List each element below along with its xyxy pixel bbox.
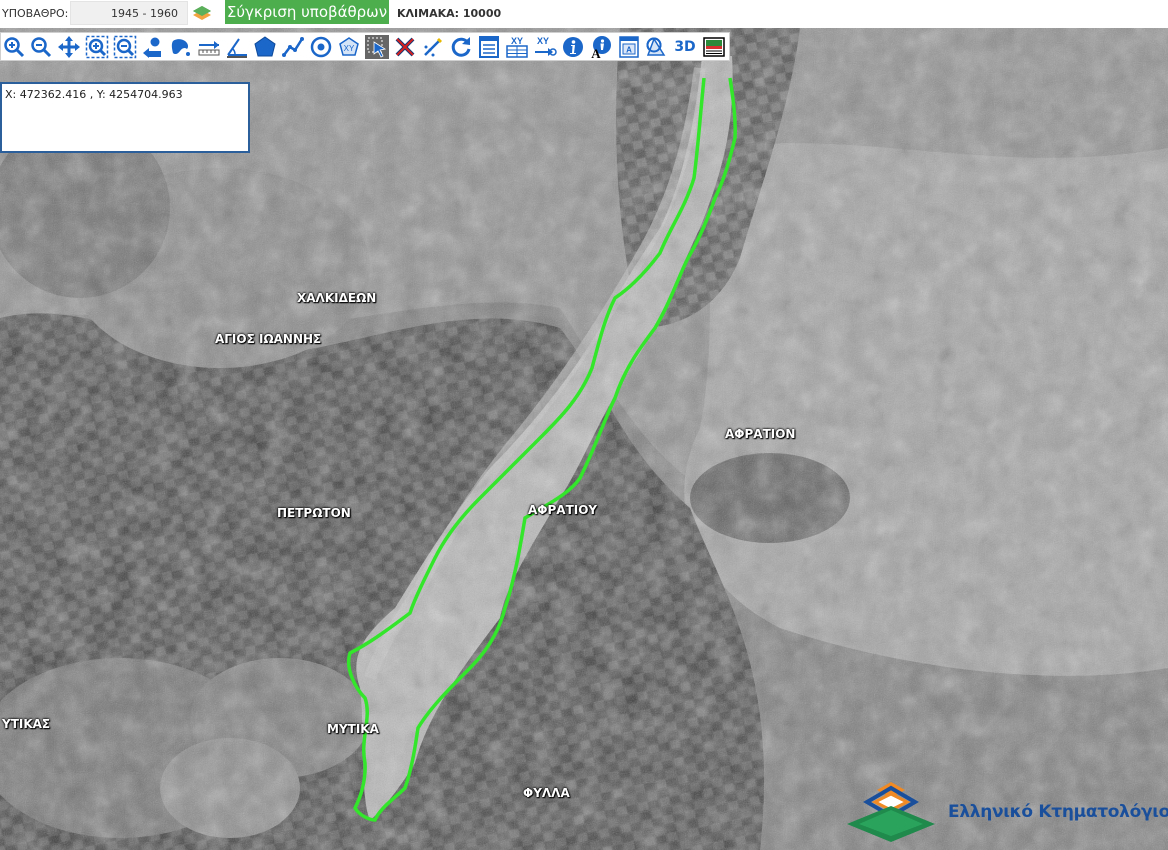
cursor-coordinates: X: 472362.416 , Y: 4254704.963 <box>5 88 183 101</box>
basemap-label: ΥΠΟΒΑΘΡΟ: <box>2 7 69 20</box>
coordinates-panel: X: 472362.416 , Y: 4254704.963 <box>0 82 250 153</box>
draw-polyline-icon[interactable] <box>281 35 305 59</box>
svg-text:XY: XY <box>511 36 523 46</box>
basemap-period-select[interactable]: 1945 - 1960 <box>70 1 188 25</box>
select-icon[interactable] <box>365 35 389 59</box>
top-bar: ΥΠΟΒΑΘΡΟ: 1945 - 1960 Σύγκριση υποβάθρων… <box>0 0 1168 28</box>
basemap-period-value: 1945 - 1960 <box>111 7 178 20</box>
zoom-box-out-icon[interactable] <box>113 35 137 59</box>
export-image-icon[interactable] <box>702 35 726 59</box>
scale-label: ΚΛΙΜΑΚΑ: 10000 <box>397 7 502 20</box>
map-toolbar: XY XY XY A A 3D <box>0 32 730 61</box>
zoom-in-icon[interactable] <box>2 35 26 59</box>
info-icon[interactable] <box>561 35 585 59</box>
previous-extent-icon[interactable] <box>141 35 165 59</box>
svg-text:XY: XY <box>537 36 549 46</box>
place-label-petroton: ΠΕΤΡΩΤΟΝ <box>277 506 351 520</box>
measure-area-icon[interactable] <box>253 35 277 59</box>
measure-distance-icon[interactable] <box>197 35 221 59</box>
layers-icon[interactable] <box>190 2 214 24</box>
logo-text: Ελληνικό Κτηματολόγιο <box>948 802 1168 822</box>
draw-polygon-xy-icon[interactable]: XY <box>337 35 361 59</box>
place-label-afratiou: ΑΦΡΑΤΙΟΥ <box>528 503 598 517</box>
ktimatologio-logo: Ελληνικό Κτηματολόγιο <box>845 780 1168 842</box>
3d-view-icon[interactable]: 3D <box>673 35 697 59</box>
svg-text:A: A <box>626 46 632 55</box>
street-view-icon[interactable] <box>645 35 669 59</box>
zoom-box-in-icon[interactable] <box>85 35 109 59</box>
xy-table-icon[interactable]: XY <box>505 35 529 59</box>
clear-icon[interactable] <box>393 35 417 59</box>
logo-mark-icon <box>847 782 935 842</box>
full-extent-icon[interactable] <box>169 35 193 59</box>
svg-text:XY: XY <box>344 44 355 53</box>
zoom-out-icon[interactable] <box>29 35 53 59</box>
edit-icon[interactable] <box>421 35 445 59</box>
pan-icon[interactable] <box>57 35 81 59</box>
legend-icon[interactable] <box>477 35 501 59</box>
compare-basemaps-button[interactable]: Σύγκριση υποβάθρων <box>225 0 389 24</box>
place-label-chalkideon: ΧΑΛΚΙΔΕΩΝ <box>297 291 377 305</box>
print-icon[interactable]: A <box>617 35 641 59</box>
place-label-ytikas: ΥΤΙΚΑΣ <box>2 717 51 731</box>
place-label-mytika: ΜΥΤΙΚΑ <box>327 722 379 736</box>
xy-goto-icon[interactable]: XY <box>533 35 557 59</box>
refresh-icon[interactable] <box>449 35 473 59</box>
place-label-fylla: ΦΥΛΛΑ <box>523 786 570 800</box>
info-label-icon[interactable]: A <box>589 35 613 59</box>
draw-point-icon[interactable] <box>309 35 333 59</box>
measure-angle-icon[interactable] <box>225 35 249 59</box>
place-label-agios-ioannis: ΑΓΙΟΣ ΙΩΑΝΝΗΣ <box>215 332 322 346</box>
svg-text:A: A <box>591 46 601 59</box>
place-label-afration: ΑΦΡΑΤΙΟΝ <box>725 427 796 441</box>
